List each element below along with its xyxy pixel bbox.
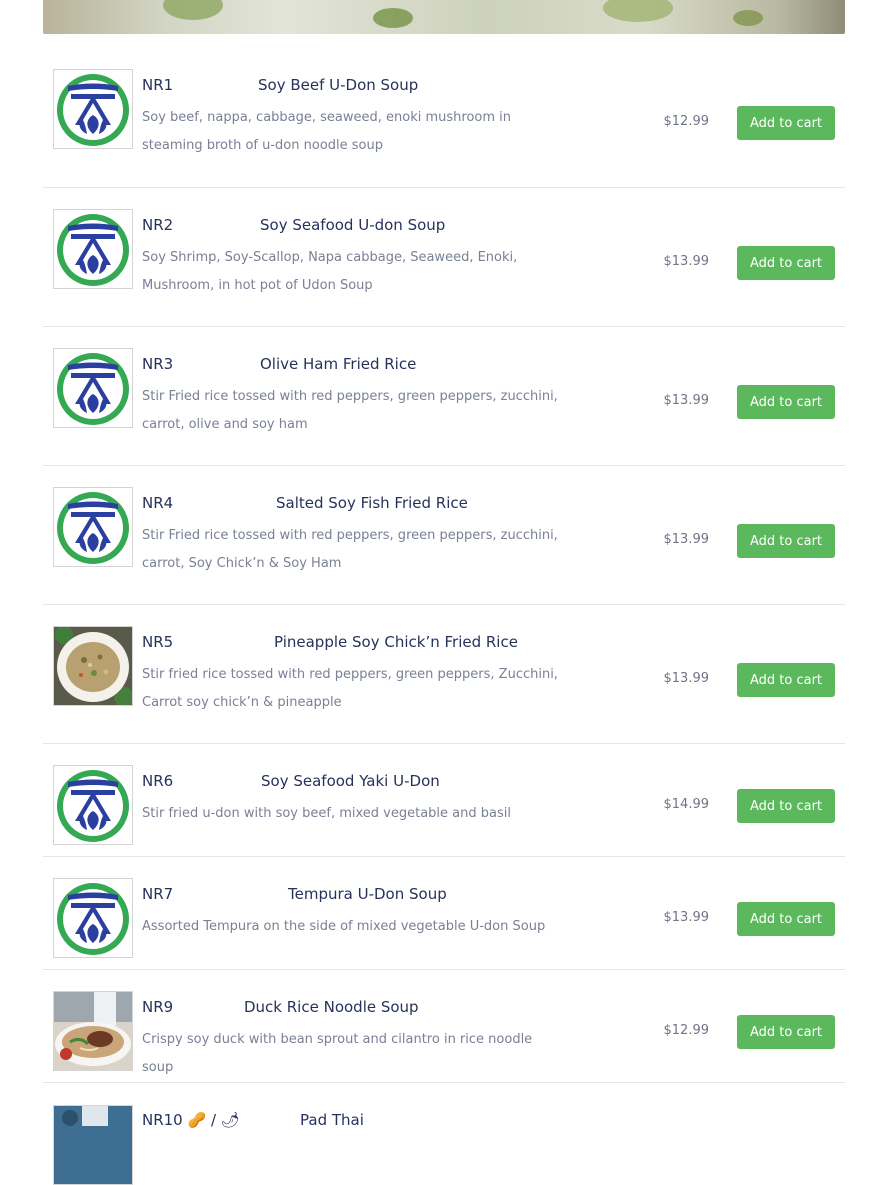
menu-item: NR7 Tempura U-Don Soup Assorted Tempura … <box>43 857 845 970</box>
item-description: Assorted Tempura on the side of mixed ve… <box>142 919 546 934</box>
menu-item: NR1 Soy Beef U-Don Soup Soy beef, nappa,… <box>43 34 845 188</box>
item-price: $13.99 <box>663 910 710 925</box>
fried-rice-photo <box>53 626 133 706</box>
menu-item: NR3 Olive Ham Fried Rice Stir Fried rice… <box>43 327 845 466</box>
item-description: Soy beef, nappa, cabbage, seaweed, enoki… <box>142 110 512 153</box>
item-code: NR7 <box>142 885 174 903</box>
item-code: NR3 <box>142 355 174 373</box>
add-to-cart-button[interactable]: Add to cart <box>737 106 835 140</box>
item-price: $14.99 <box>663 797 710 812</box>
logo-icon <box>53 348 133 428</box>
menu-item: NR5 Pineapple Soy Chick’n Fried Rice Sti… <box>43 605 845 744</box>
logo-icon <box>53 487 133 567</box>
item-code: NR6 <box>142 772 174 790</box>
item-code: NR9 <box>142 998 174 1016</box>
item-title: Pineapple Soy Chick’n Fried Rice <box>274 633 518 651</box>
add-to-cart-button[interactable]: Add to cart <box>737 1015 835 1049</box>
item-description: Stir Fried rice tossed with red peppers,… <box>142 389 558 432</box>
item-price: $13.99 <box>663 393 710 408</box>
add-to-cart-button[interactable]: Add to cart <box>737 902 835 936</box>
item-price: $13.99 <box>663 254 710 269</box>
logo-icon <box>53 878 133 958</box>
item-code: NR4 <box>142 494 174 512</box>
add-to-cart-button[interactable]: Add to cart <box>737 789 835 823</box>
item-description: Crispy soy duck with bean sprout and cil… <box>142 1032 533 1075</box>
item-price: $13.99 <box>663 532 710 547</box>
add-to-cart-button[interactable]: Add to cart <box>737 524 835 558</box>
menu-item: NR10 🥜 / 🌶 Pad Thai <box>43 1083 845 1185</box>
item-title: Soy Seafood Yaki U-Don <box>261 772 440 790</box>
hero-banner-image <box>43 0 845 34</box>
item-description: Stir Fried rice tossed with red peppers,… <box>142 528 558 571</box>
item-price: $13.99 <box>663 671 710 686</box>
menu-item: NR4 Salted Soy Fish Fried Rice Stir Frie… <box>43 466 845 605</box>
item-code: NR2 <box>142 216 174 234</box>
item-title: Pad Thai <box>300 1111 364 1129</box>
item-description: Stir fried rice tossed with red peppers,… <box>142 667 558 710</box>
menu-item: NR2 Soy Seafood U-don Soup Soy Shrimp, S… <box>43 188 845 327</box>
logo-icon <box>53 765 133 845</box>
item-title: Soy Seafood U-don Soup <box>260 216 446 234</box>
add-to-cart-button[interactable]: Add to cart <box>737 663 835 697</box>
item-price: $12.99 <box>663 114 710 129</box>
item-code: NR5 <box>142 633 174 651</box>
item-title: Salted Soy Fish Fried Rice <box>276 494 468 512</box>
item-title: Olive Ham Fried Rice <box>260 355 417 373</box>
item-description: Soy Shrimp, Soy-Scallop, Napa cabbage, S… <box>142 250 518 293</box>
item-code: NR10 🥜 / 🌶 <box>142 1111 240 1129</box>
add-to-cart-button[interactable]: Add to cart <box>737 385 835 419</box>
noodle-soup-photo <box>53 991 133 1071</box>
item-title: Tempura U-Don Soup <box>288 885 447 903</box>
menu-item: NR9 Duck Rice Noodle Soup Crispy soy duc… <box>43 970 845 1083</box>
item-title: Duck Rice Noodle Soup <box>244 998 419 1016</box>
menu-item: NR6 Soy Seafood Yaki U-Don Stir fried u-… <box>43 744 845 857</box>
item-code: NR1 <box>142 76 174 94</box>
item-price: $12.99 <box>663 1023 710 1038</box>
add-to-cart-button[interactable]: Add to cart <box>737 246 835 280</box>
logo-icon <box>53 69 133 149</box>
item-title: Soy Beef U-Don Soup <box>258 76 419 94</box>
pad-thai-photo <box>53 1105 133 1185</box>
menu-list: NR1 Soy Beef U-Don Soup Soy beef, nappa,… <box>43 34 845 1185</box>
logo-icon <box>53 209 133 289</box>
item-description: Stir fried u-don with soy beef, mixed ve… <box>142 806 511 821</box>
